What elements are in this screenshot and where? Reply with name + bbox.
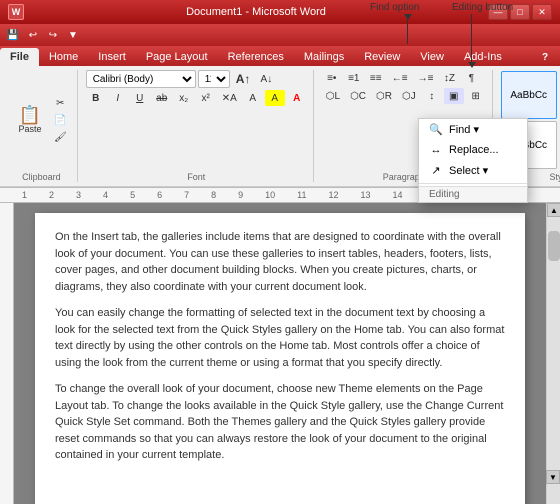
- editing-arrow-line: [471, 14, 472, 64]
- text-effects-btn[interactable]: A: [243, 90, 263, 106]
- copy-button[interactable]: 📄: [50, 112, 71, 128]
- paste-button[interactable]: 📋 Paste: [12, 103, 48, 137]
- doc-paragraph-2: You can easily change the formatting of …: [55, 305, 505, 371]
- tab-insert[interactable]: Insert: [88, 48, 136, 66]
- close-button[interactable]: ✕: [532, 4, 552, 20]
- show-hide-btn[interactable]: ¶: [461, 70, 481, 86]
- find-option-annotation: Find option: [370, 2, 419, 13]
- menu-section-header: Editing: [419, 186, 527, 202]
- grow-font-btn[interactable]: A↑: [232, 70, 255, 88]
- tab-home[interactable]: Home: [39, 48, 88, 66]
- scrollbar-down-btn[interactable]: ▼: [546, 470, 560, 484]
- tab-file[interactable]: File: [0, 48, 39, 66]
- numbering-btn[interactable]: ≡1: [344, 70, 364, 86]
- quick-style-normal[interactable]: AaBbCc: [501, 71, 557, 119]
- quick-access-toolbar: 💾 ↩ ↪ ▼: [0, 24, 560, 46]
- italic-button[interactable]: I: [108, 90, 128, 106]
- multilevel-btn[interactable]: ≡≡: [366, 70, 386, 86]
- undo-quick-btn[interactable]: ↩: [24, 26, 42, 44]
- clipboard-group: 📋 Paste ✂ 📄 🖌 Clipboard: [6, 70, 78, 182]
- editing-arrowhead: [468, 62, 476, 68]
- highlight-btn[interactable]: A: [265, 90, 285, 106]
- align-center-btn[interactable]: ⬡C: [346, 88, 370, 104]
- select-menu-label: Select ▾: [449, 164, 488, 177]
- superscript-btn[interactable]: x²: [196, 90, 216, 106]
- font-label: Font: [187, 172, 205, 182]
- scrollbar-up-btn[interactable]: ▲: [547, 203, 560, 217]
- font-size-select[interactable]: 11: [198, 70, 230, 88]
- document-scroll-area[interactable]: On the Insert tab, the galleries include…: [14, 203, 546, 504]
- replace-menu-item[interactable]: ↔ Replace...: [419, 140, 527, 160]
- find-menu-icon: 🔍: [429, 123, 443, 136]
- ruler-vertical: [0, 203, 14, 504]
- find-arrowhead: [404, 14, 412, 20]
- save-quick-btn[interactable]: 💾: [4, 26, 22, 44]
- doc-paragraph-1: On the Insert tab, the galleries include…: [55, 229, 505, 295]
- font-color-btn[interactable]: A: [287, 90, 307, 106]
- tab-page-layout[interactable]: Page Layout: [136, 48, 218, 66]
- styles-label: Styles: [549, 172, 560, 182]
- cut-button[interactable]: ✂: [50, 95, 71, 111]
- format-painter-button[interactable]: 🖌: [50, 129, 71, 145]
- scrollbar-thumb[interactable]: [548, 231, 560, 261]
- clear-format-btn[interactable]: ✕A: [218, 90, 241, 106]
- customize-qa-btn[interactable]: ▼: [64, 26, 82, 44]
- increase-indent-btn[interactable]: →≡: [414, 70, 438, 86]
- tab-view[interactable]: View: [410, 48, 454, 66]
- redo-quick-btn[interactable]: ↪: [44, 26, 62, 44]
- strikethrough-btn[interactable]: ab: [152, 90, 172, 106]
- underline-button[interactable]: U: [130, 90, 150, 106]
- line-spacing-btn[interactable]: ↕: [422, 88, 442, 104]
- font-group: Calibri (Body) 11 A↑ A↓ B I U ab x₂ x² ✕…: [80, 70, 314, 182]
- vertical-scrollbar[interactable]: ▲ ▼: [546, 203, 560, 504]
- align-right-btn[interactable]: ⬡R: [372, 88, 396, 104]
- menu-divider: [419, 183, 527, 184]
- borders-btn[interactable]: ⊞: [466, 88, 486, 104]
- window-title: Document1 - Microsoft Word: [186, 6, 326, 18]
- ribbon-tabs: File Home Insert Page Layout References …: [0, 46, 560, 66]
- decrease-indent-btn[interactable]: ←≡: [388, 70, 412, 86]
- replace-menu-icon: ↔: [429, 144, 443, 156]
- subscript-btn[interactable]: x₂: [174, 90, 194, 106]
- doc-paragraph-3: To change the overall look of your docum…: [55, 381, 505, 464]
- doc-area: On the Insert tab, the galleries include…: [0, 203, 560, 504]
- bold-button[interactable]: B: [86, 90, 106, 106]
- select-menu-item[interactable]: ↗ Select ▾: [419, 160, 527, 181]
- shrink-font-btn[interactable]: A↓: [256, 71, 276, 87]
- shading-btn[interactable]: ▣: [444, 88, 464, 104]
- app-icon: W: [8, 4, 24, 20]
- tab-mailings[interactable]: Mailings: [294, 48, 354, 66]
- tab-references[interactable]: References: [218, 48, 294, 66]
- clipboard-label: Clipboard: [22, 172, 61, 182]
- bullets-btn[interactable]: ≡•: [322, 70, 342, 86]
- document-page: On the Insert tab, the galleries include…: [35, 213, 525, 504]
- help-btn[interactable]: ?: [536, 48, 554, 66]
- find-menu-label: Find ▾: [449, 123, 479, 136]
- tab-review[interactable]: Review: [354, 48, 410, 66]
- sort-btn[interactable]: ↕Z: [439, 70, 459, 86]
- editing-button-annotation: Editing button: [452, 2, 513, 13]
- justify-btn[interactable]: ⬡J: [398, 88, 420, 104]
- tab-addins[interactable]: Add-Ins: [454, 48, 512, 66]
- editing-dropdown-menu: 🔍 Find ▾ ↔ Replace... ↗ Select ▾ Editing: [418, 118, 528, 203]
- paste-icon: 📋: [19, 106, 41, 124]
- font-name-select[interactable]: Calibri (Body): [86, 70, 196, 88]
- select-menu-icon: ↗: [429, 164, 443, 177]
- replace-menu-label: Replace...: [449, 144, 499, 156]
- align-left-btn[interactable]: ⬡L: [322, 88, 344, 104]
- find-menu-item[interactable]: 🔍 Find ▾: [419, 119, 527, 140]
